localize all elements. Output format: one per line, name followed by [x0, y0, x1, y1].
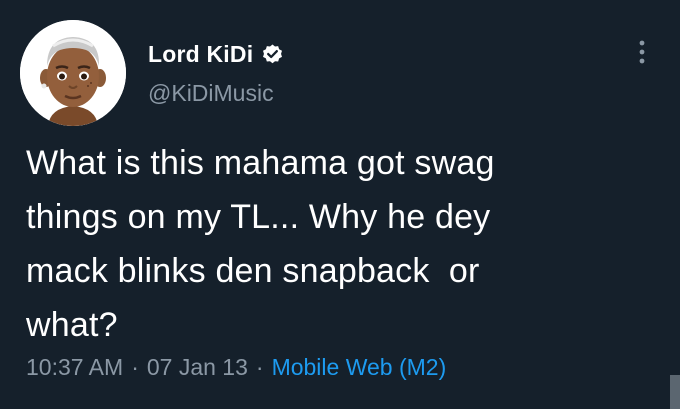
user-handle[interactable]: @KiDiMusic [148, 80, 274, 107]
tweet-source-link[interactable]: Mobile Web (M2) [272, 354, 447, 381]
tweet-text: What is this mahama got swag things on m… [26, 144, 495, 344]
display-name-row[interactable]: Lord KiDi [148, 38, 284, 70]
scrollbar-thumb[interactable] [670, 375, 680, 409]
tweet-date[interactable]: 07 Jan 13 [147, 354, 248, 381]
tweet-time[interactable]: 10:37 AM [26, 354, 123, 381]
display-name[interactable]: Lord KiDi [148, 41, 253, 68]
tweet-card: Lord KiDi @KiDiMusic What is this mahama… [0, 0, 680, 409]
meta-separator: · [255, 353, 264, 380]
meta-separator: · [131, 353, 139, 380]
tweet-meta: 10:37 AM · 07 Jan 13 · Mobile Web (M2) [26, 351, 446, 383]
more-vertical-icon[interactable] [628, 38, 656, 66]
avatar[interactable] [20, 20, 126, 126]
verified-badge-icon [261, 43, 284, 66]
